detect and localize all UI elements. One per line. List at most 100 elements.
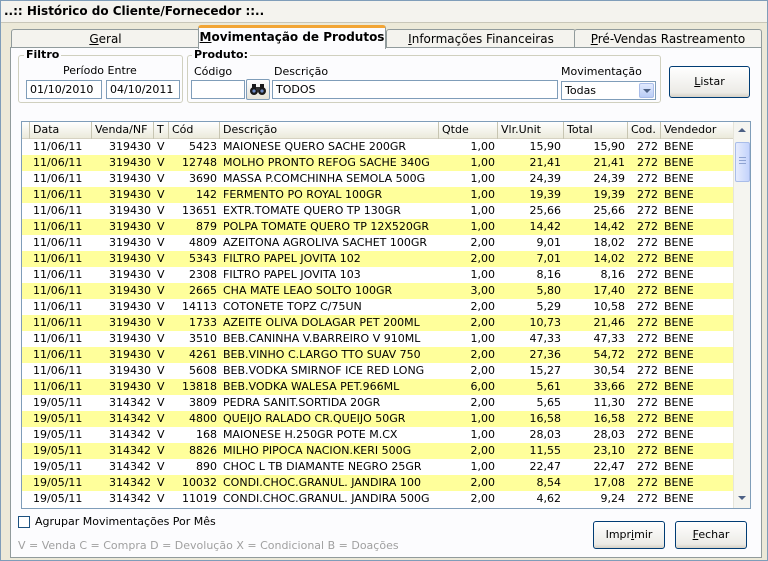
cell-tipo: V xyxy=(157,284,165,297)
cell-vendedor: BENE xyxy=(664,316,694,329)
tab-pre-vendas[interactable]: Pré-Vendas Rastreamento xyxy=(574,29,762,48)
table-row[interactable]: 11/06/11 319430 V 2665 CHA MATE LEAO SOLTO 1… xyxy=(22,283,733,299)
cell-qtde: 1,00 xyxy=(470,188,496,201)
cell-data: 11/06/11 xyxy=(33,332,83,345)
descricao-field[interactable]: TODOS xyxy=(272,80,558,99)
table-row[interactable]: 19/05/11 314342 V 8826 MILHO PIPOCA NACION.K… xyxy=(22,443,733,459)
cell-tipo: V xyxy=(157,300,165,313)
cell-total: 24,39 xyxy=(593,172,626,185)
table-row[interactable]: 11/06/11 319430 V 5423 MAIONESE QUERO SACHE … xyxy=(22,139,733,155)
cell-codigo: 12748 xyxy=(182,156,217,169)
cell-descricao: POLPA TOMATE QUERO TP 12X520GR xyxy=(223,220,430,233)
column-header-venda-nf[interactable]: Venda/NF xyxy=(92,122,154,139)
fechar-button[interactable]: Fechar xyxy=(675,521,747,549)
cell-total: 21,46 xyxy=(593,316,626,329)
cell-cod-vendedor: 272 xyxy=(637,316,658,329)
table-row[interactable]: 11/06/11 319430 V 13818 BEB.VODKA WALESA PET… xyxy=(22,379,733,395)
column-header-total[interactable]: Total xyxy=(564,122,628,139)
table-row[interactable]: 11/06/11 319430 V 3510 BEB.CANINHA V.BARREIR… xyxy=(22,331,733,347)
table-row[interactable]: 19/05/11 314342 V 11019 CONDI.CHOC.GRANUL. J… xyxy=(22,491,733,507)
cell-tipo: V xyxy=(157,140,165,153)
column-header-data[interactable]: Data xyxy=(30,122,92,139)
column-header-codigo[interactable]: Cód xyxy=(169,122,220,139)
cell-descricao: MOLHO PRONTO REFOG SACHE 340G xyxy=(223,156,430,169)
cell-cod-vendedor: 272 xyxy=(637,380,658,393)
chevron-down-icon xyxy=(639,83,654,98)
column-header-qtde[interactable]: Qtde xyxy=(439,122,498,139)
column-header-vlr-unit[interactable]: Vlr.Unit xyxy=(498,122,564,139)
cell-qtde: 2,00 xyxy=(470,252,496,265)
tab-movimentacao[interactable]: Movimentação de Produtos xyxy=(198,25,386,49)
tab-movimentacao-mnemonic: M xyxy=(199,30,212,44)
cell-vlr-unit: 8,16 xyxy=(536,268,562,281)
column-header-cod-vendedor[interactable]: Cod. xyxy=(628,122,661,139)
codigo-field[interactable] xyxy=(191,80,245,99)
movements-grid[interactable]: Data Venda/NF T Cód Descrição Qtde Vlr.U… xyxy=(21,121,751,509)
table-row[interactable]: 11/06/11 319430 V 879 POLPA TOMATE QUERO TP … xyxy=(22,219,733,235)
tab-geral-label: eral xyxy=(98,32,122,46)
table-row[interactable]: 19/05/11 314342 V 10032 CONDI.CHOC.GRANUL. J… xyxy=(22,475,733,491)
table-row[interactable]: 11/06/11 319430 V 4261 BEB.VINHO C.LARGO TTO… xyxy=(22,347,733,363)
cell-venda-nf: 319430 xyxy=(109,236,151,249)
scroll-thumb[interactable] xyxy=(735,142,750,182)
table-row[interactable]: 11/06/11 319430 V 1733 AZEITE OLIVA DOLAGAR … xyxy=(22,315,733,331)
date-to-field[interactable]: 04/10/2011 xyxy=(106,80,180,99)
cell-vlr-unit: 5,61 xyxy=(536,380,562,393)
table-row[interactable]: 11/06/11 319430 V 142 FERMENTO PO ROYAL 100G… xyxy=(22,187,733,203)
table-row[interactable]: 11/06/11 319430 V 5608 BEB.VODKA SMIRNOF ICE… xyxy=(22,363,733,379)
scroll-down-arrow-icon[interactable] xyxy=(735,491,750,506)
table-row[interactable]: 11/06/11 319430 V 4809 AZEITONA AGROLIVA SAC… xyxy=(22,235,733,251)
table-row[interactable]: 19/05/11 314342 V 3809 PEDRA SANIT.SORTIDA 2… xyxy=(22,395,733,411)
cell-vendedor: BENE xyxy=(664,460,694,473)
search-product-button[interactable] xyxy=(246,79,270,100)
cell-total: 10,58 xyxy=(593,300,626,313)
grid-vertical-scrollbar[interactable] xyxy=(733,122,750,508)
tab-financeiras[interactable]: Informações Financeiras xyxy=(386,29,576,48)
descricao-label: Descrição xyxy=(274,65,329,78)
date-from-field[interactable]: 01/10/2010 xyxy=(26,80,102,99)
cell-venda-nf: 319430 xyxy=(109,364,151,377)
column-header-vendedor[interactable]: Vendedor xyxy=(661,122,733,139)
table-row[interactable]: 19/05/11 314342 V 890 CHOC L TB DIAMANTE NEG… xyxy=(22,459,733,475)
cell-total: 19,39 xyxy=(593,188,626,201)
cell-total: 8,16 xyxy=(600,268,626,281)
cell-codigo: 1733 xyxy=(189,316,217,329)
produto-group-label: Produto: xyxy=(192,48,250,61)
agrupar-checkbox[interactable] xyxy=(18,516,30,528)
cell-tipo: V xyxy=(157,204,165,217)
cell-cod-vendedor: 272 xyxy=(637,252,658,265)
cell-codigo: 11019 xyxy=(182,492,217,505)
cell-data: 11/06/11 xyxy=(33,236,83,249)
table-row[interactable]: 11/06/11 319430 V 2308 FILTRO PAPEL JOVITA 1… xyxy=(22,267,733,283)
column-header-descricao[interactable]: Descrição xyxy=(220,122,439,139)
cell-codigo: 4800 xyxy=(189,412,217,425)
cell-codigo: 14113 xyxy=(182,300,217,313)
cell-qtde: 2,00 xyxy=(470,476,496,489)
table-row[interactable]: 11/06/11 319430 V 3690 MASSA P.COMCHINHA SEM… xyxy=(22,171,733,187)
grid-header: Data Venda/NF T Cód Descrição Qtde Vlr.U… xyxy=(22,122,733,139)
agrupar-label[interactable]: Agrupar Movimentações Por Mês xyxy=(35,515,216,528)
cell-vendedor: BENE xyxy=(664,476,694,489)
cell-tipo: V xyxy=(157,364,165,377)
cell-qtde: 1,00 xyxy=(470,332,496,345)
scroll-up-arrow-icon[interactable] xyxy=(735,123,750,138)
column-header-tipo[interactable]: T xyxy=(154,122,169,139)
cell-venda-nf: 319430 xyxy=(109,348,151,361)
table-row[interactable]: 11/06/11 319430 V 12748 MOLHO PRONTO REFOG S… xyxy=(22,155,733,171)
listar-button[interactable]: Listar xyxy=(669,66,750,98)
cell-cod-vendedor: 272 xyxy=(637,412,658,425)
table-row[interactable]: 19/05/11 314342 V 168 MAIONESE H.250GR POTE … xyxy=(22,427,733,443)
cell-qtde: 3,00 xyxy=(470,284,496,297)
tab-geral[interactable]: Geral xyxy=(11,29,200,48)
cell-venda-nf: 319430 xyxy=(109,220,151,233)
imprimir-button[interactable]: Imprimir xyxy=(593,521,665,549)
movimentacao-select[interactable]: Todas xyxy=(561,81,656,100)
table-row[interactable]: 11/06/11 319430 V 5343 FILTRO PAPEL JOVITA 1… xyxy=(22,251,733,267)
cell-tipo: V xyxy=(157,380,165,393)
cell-tipo: V xyxy=(157,156,165,169)
table-row[interactable]: 11/06/11 319430 V 13651 EXTR.TOMATE QUERO TP… xyxy=(22,203,733,219)
table-row[interactable]: 11/06/11 319430 V 14113 COTONETE TOPZ C/75UN… xyxy=(22,299,733,315)
table-row[interactable]: 19/05/11 314342 V 4800 QUEIJO RALADO CR.QUEI… xyxy=(22,411,733,427)
cell-venda-nf: 314342 xyxy=(109,476,151,489)
cell-codigo: 3809 xyxy=(189,396,217,409)
